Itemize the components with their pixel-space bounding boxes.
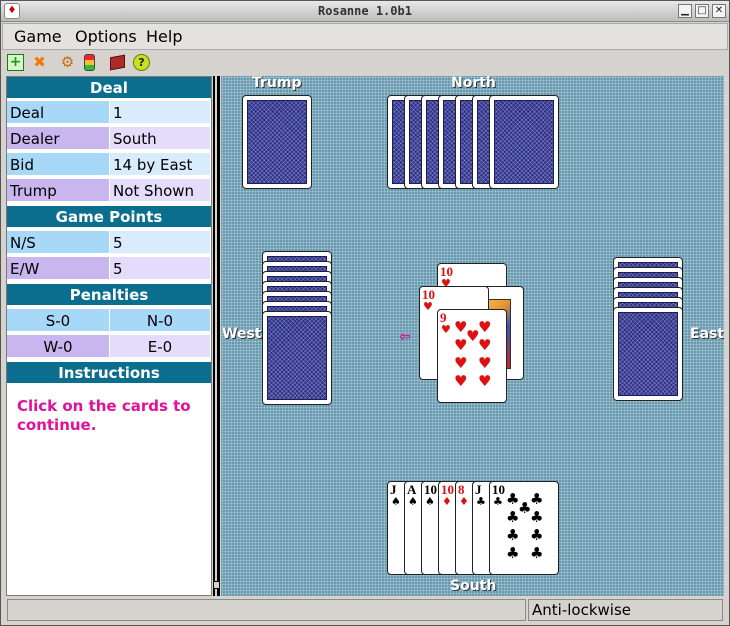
window-title: Rosanne 1.0b1 [318,4,412,18]
card-pip: ♣ [506,526,520,544]
card-pip: ♣ [530,490,544,508]
deal-number-label: Deal Number [7,101,110,146]
card-suit-icon: ♣ [493,495,503,508]
card-table: Trump North West East South 10♥J♥10♥9♥♥♥… [221,76,724,596]
maximize-button[interactable]: □ [695,4,709,18]
card-pip: ♥ [478,318,492,336]
ew-points-label: E/W [7,257,110,281]
new-game-icon[interactable]: + [7,54,24,71]
splitter-line [215,76,217,596]
trump-label: Trump [7,179,110,203]
penalty-east: E-0 [110,335,211,359]
played-card[interactable]: 9 ♥ ♥ ♥ ♥ ♥ ♥ ♥ ♥ ♥ ♥ [437,309,507,403]
penalties-header: Penalties [7,284,211,307]
close-window-button[interactable]: ✕ [712,4,726,18]
splitter-grip[interactable] [213,581,220,589]
card-pip: ♥ [478,354,492,372]
menu-bar: Game Options Help [2,23,728,50]
menu-game[interactable]: Game [14,27,62,46]
toolbar: + ✖ ⚙ ? [2,51,728,74]
penalty-north: N-0 [110,309,211,333]
card-suit-icon: ♠ [408,495,418,508]
card-suit-icon: ♥ [441,323,451,336]
card-pip: ♥ [478,372,492,390]
ns-points-label: N/S [7,231,110,255]
penalty-west: W-0 [7,335,110,359]
card-pip: ♣ [506,544,520,562]
deal-number-value: 1 [110,101,211,125]
card-pip: ♥ [454,354,468,372]
bid-label: Bid [7,153,110,177]
deal-header: Deal [7,77,211,100]
title-bar[interactable]: ♦ Rosanne 1.0b1 ▁ □ ✕ [1,1,729,22]
ns-points-value: 5 [110,231,211,255]
bid-value: 14 by East [110,153,211,177]
penalty-south: S-0 [7,309,110,333]
west-card [262,311,332,405]
card-pip: ♥ [466,327,480,345]
instructions-text: Click on the cards to continue. [17,397,191,434]
card-suit-icon: ♦ [442,495,452,508]
card-suit-icon: ♥ [423,300,433,313]
card-pip: ♣ [530,508,544,526]
close-game-icon[interactable]: ✖ [31,54,48,71]
card-suit-icon: ♦ [459,495,469,508]
card-pip: ♣ [530,526,544,544]
main-window: ♦ Rosanne 1.0b1 ▁ □ ✕ Game Options Help … [0,0,730,626]
rules-book-icon[interactable] [110,54,125,71]
menu-options[interactable]: Options [75,27,137,46]
card-pip: ♣ [518,499,532,517]
north-card [489,95,559,189]
trump-card[interactable] [242,95,312,189]
south-label: South [450,578,497,594]
options-icon[interactable]: ⚙ [59,54,76,71]
card-suit-icon: ♠ [425,495,435,508]
card-pip: ♥ [454,372,468,390]
bid-icon[interactable] [84,54,95,71]
card-suit-icon: ♣ [476,495,486,508]
dealer-value: South [110,127,211,151]
help-icon[interactable]: ? [133,54,150,71]
card-pip: ♣ [530,544,544,562]
card-suit-icon: ♠ [391,495,401,508]
ew-points-value: 5 [110,257,211,281]
south-hand-card[interactable]: 10 ♣ ♣ ♣ ♣ ♣ ♣ ♣ ♣ ♣ ♣ [489,481,559,575]
dealer-label: Dealer [7,127,110,151]
card-pip: ♥ [478,336,492,354]
trump-value: Not Shown [110,179,211,203]
minimize-button[interactable]: ▁ [678,4,692,18]
info-panel: Deal Deal Number 1 Dealer South Bid 14 b… [6,76,212,596]
status-message [7,599,526,621]
turn-arrow-icon: ⇦ [399,329,411,345]
west-label: West [222,326,262,342]
trump-area-label: Trump [252,76,302,91]
north-label: North [451,76,496,91]
panel-splitter[interactable] [213,76,220,596]
game-points-header: Game Points [7,206,211,229]
menu-help[interactable]: Help [146,27,182,46]
east-card [613,307,683,401]
status-bar: Anti-lockwise [2,598,728,624]
instructions-header: Instructions [7,362,211,385]
east-label: East [690,326,724,342]
play-direction-status: Anti-lockwise [528,599,723,621]
